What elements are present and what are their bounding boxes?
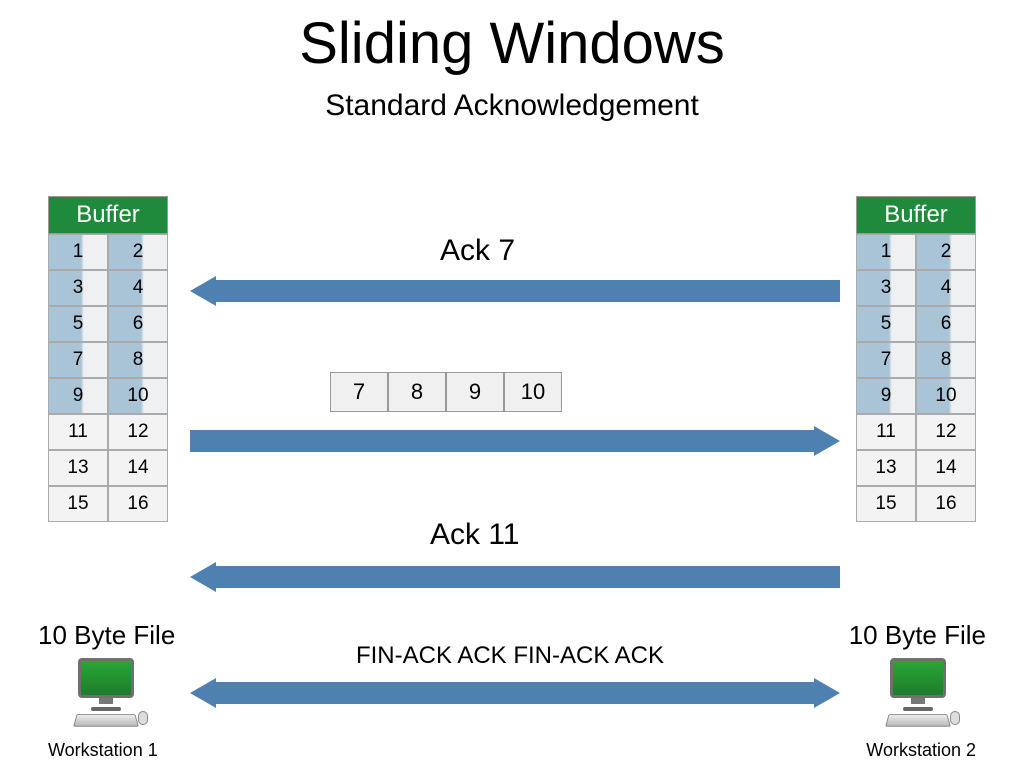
buffer-cell: 1: [48, 234, 108, 270]
buffer-left-header: Buffer: [48, 196, 168, 234]
buffer-cell: 10: [916, 378, 976, 414]
buffer-cell: 4: [108, 270, 168, 306]
buffer-right-header: Buffer: [856, 196, 976, 234]
workstation2-icon: [884, 658, 952, 727]
buffer-cell: 3: [48, 270, 108, 306]
packet-row: 78910: [330, 372, 562, 412]
finack-arrow: [190, 678, 840, 708]
buffer-cell: 7: [48, 342, 108, 378]
buffer-left: Buffer 12345678910111213141516: [48, 196, 168, 522]
buffer-cell: 6: [108, 306, 168, 342]
buffer-cell: 13: [48, 450, 108, 486]
buffer-cell: 1: [856, 234, 916, 270]
buffer-cell: 7: [856, 342, 916, 378]
buffer-cell: 5: [48, 306, 108, 342]
buffer-cell: 3: [856, 270, 916, 306]
buffer-cell: 16: [108, 486, 168, 522]
buffer-cell: 4: [916, 270, 976, 306]
workstation1-icon: [72, 658, 140, 727]
buffer-cell: 2: [108, 234, 168, 270]
buffer-cell: 8: [916, 342, 976, 378]
packets-arrow: [190, 426, 840, 456]
file-label-right: 10 Byte File: [849, 620, 986, 651]
buffer-right: Buffer 12345678910111213141516: [856, 196, 976, 522]
buffer-left-grid: 12345678910111213141516: [48, 234, 168, 522]
packet-cell: 9: [446, 372, 504, 412]
packet-cell: 7: [330, 372, 388, 412]
workstation2-label: Workstation 2: [866, 740, 976, 761]
file-label-left: 10 Byte File: [38, 620, 175, 651]
buffer-cell: 11: [48, 414, 108, 450]
buffer-cell: 15: [48, 486, 108, 522]
slide-subtitle: Standard Acknowledgement: [0, 89, 1024, 123]
buffer-cell: 12: [108, 414, 168, 450]
packet-cell: 8: [388, 372, 446, 412]
buffer-cell: 11: [856, 414, 916, 450]
buffer-cell: 10: [108, 378, 168, 414]
buffer-cell: 12: [916, 414, 976, 450]
slide-title: Sliding Windows: [0, 10, 1024, 77]
buffer-cell: 8: [108, 342, 168, 378]
buffer-cell: 5: [856, 306, 916, 342]
buffer-cell: 13: [856, 450, 916, 486]
ack7-arrow: [190, 276, 840, 306]
workstation1-label: Workstation 1: [48, 740, 158, 761]
buffer-cell: 14: [916, 450, 976, 486]
ack11-arrow: [190, 562, 840, 592]
buffer-cell: 14: [108, 450, 168, 486]
buffer-cell: 2: [916, 234, 976, 270]
buffer-cell: 9: [856, 378, 916, 414]
finack-label: FIN-ACK ACK FIN-ACK ACK: [300, 642, 720, 670]
buffer-cell: 9: [48, 378, 108, 414]
packet-cell: 10: [504, 372, 562, 412]
ack7-label: Ack 7: [440, 234, 515, 268]
buffer-cell: 15: [856, 486, 916, 522]
ack11-label: Ack 11: [430, 518, 520, 552]
buffer-right-grid: 12345678910111213141516: [856, 234, 976, 522]
buffer-cell: 6: [916, 306, 976, 342]
buffer-cell: 16: [916, 486, 976, 522]
